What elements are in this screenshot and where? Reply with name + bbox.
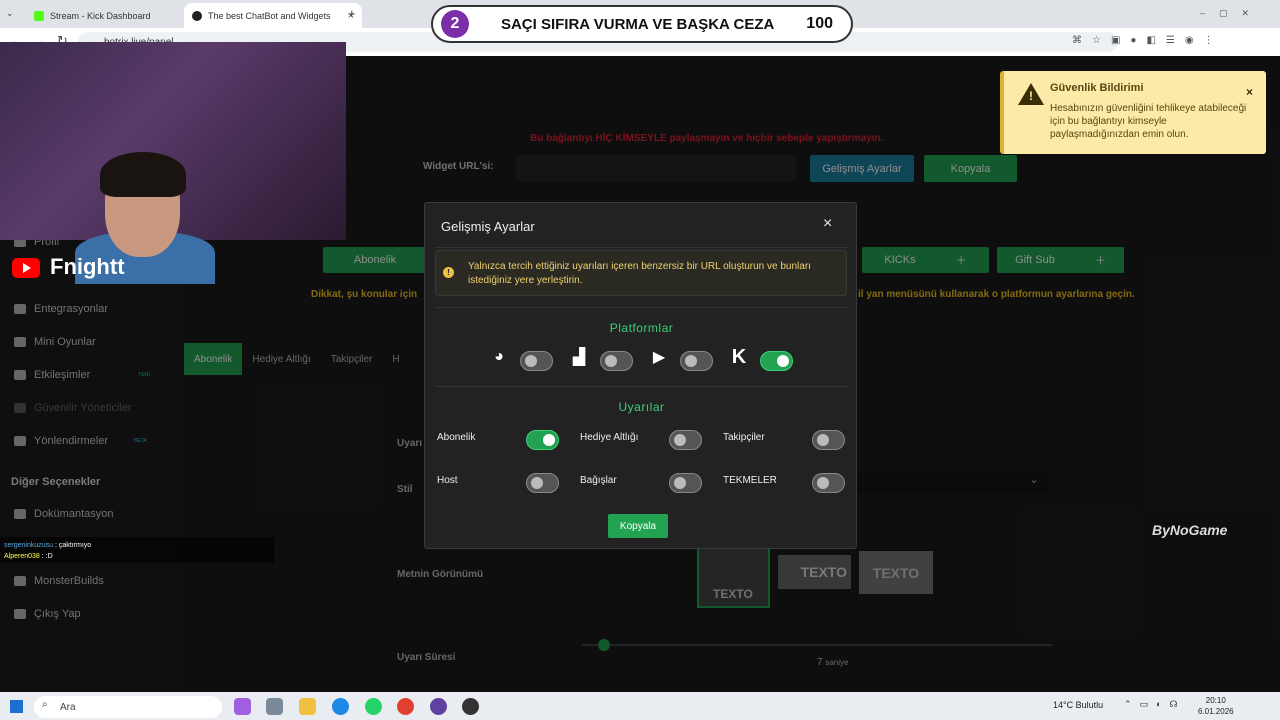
date: 6.01.2026: [1198, 707, 1234, 716]
modal-copy-button[interactable]: Kopyala: [608, 514, 668, 538]
youtube-logo-icon: [12, 258, 40, 278]
toggle-alert-hediye[interactable]: [669, 430, 702, 450]
toggle-platform-twitch[interactable]: [600, 351, 633, 371]
clock[interactable]: 20:10 6.01.2026: [1198, 695, 1234, 717]
toggle-alert-tekmeler[interactable]: [812, 473, 845, 493]
chat-message: : çaktırmıyo: [54, 542, 92, 549]
chat-line: sergeninkuzusu : çaktırmıyo: [4, 540, 270, 551]
platforms-title: Platformlar: [609, 321, 674, 335]
chat-line: Alperen038 : :D: [4, 551, 270, 562]
warning-icon: !: [1018, 83, 1044, 105]
time: 20:10: [1205, 696, 1226, 705]
close-icon[interactable]: ×: [823, 215, 832, 233]
kick-icon: K: [731, 345, 747, 368]
chat-overlay: sergeninkuzusu : çaktırmıyo Alperen038 :…: [0, 537, 274, 563]
weather-widget[interactable]: 14°C Bulutlu: [1053, 700, 1103, 710]
alert-label-host: Host: [437, 475, 458, 486]
youtube-icon: ▶: [652, 349, 666, 366]
security-notification: ! Güvenlik Bildirimi Hesabınızın güvenli…: [1000, 71, 1266, 154]
toggle-alert-abonelik[interactable]: [526, 430, 559, 450]
chat-username: sergeninkuzusu: [4, 542, 54, 549]
search-icon: ⌕: [42, 699, 48, 710]
edge-icon[interactable]: [332, 698, 349, 715]
new-tab-icon[interactable]: +: [348, 6, 356, 21]
toggle-platform-botrix[interactable]: [520, 351, 553, 371]
tab-list-icon[interactable]: ⌄: [6, 8, 14, 19]
stream-overlay-bar: 2 SAÇI SIFIRA VURMA VE BAŞKA CEZA 100: [431, 5, 853, 43]
tab-label: The best ChatBot and Widgets: [208, 10, 331, 21]
alert-label-abonelik: Abonelik: [437, 432, 476, 443]
taskbar-search[interactable]: Ara: [34, 696, 222, 718]
chrome-icon[interactable]: [397, 698, 414, 715]
windows-start-icon[interactable]: [10, 700, 23, 713]
webcam-overlay: [0, 42, 346, 284]
toggle-alert-bagislar[interactable]: [669, 473, 702, 493]
notification-body: Hesabınızın güvenliğini tehlikeye atabil…: [1050, 103, 1247, 140]
channel-name: Fnightt: [50, 254, 125, 279]
alert-label-hediye: Hediye Altlığı: [580, 432, 639, 443]
app-icon[interactable]: [462, 698, 479, 715]
kick-favicon-icon: [34, 10, 44, 21]
notification-title: Güvenlik Bildirimi: [1050, 82, 1144, 94]
obs-icon[interactable]: [430, 698, 447, 715]
chat-message: : :D: [41, 553, 53, 560]
chat-username: Alperen038: [4, 553, 40, 560]
webcam-hair: [100, 152, 186, 197]
divider: [435, 307, 848, 308]
toggle-alert-takipciler[interactable]: [812, 430, 845, 450]
browser-toolbar-icons[interactable]: ⌘☆▣●◧☰◉⋮: [1072, 35, 1224, 46]
close-icon[interactable]: ×: [1246, 85, 1253, 99]
tab-botrix[interactable]: The best ChatBot and Widgets ×: [184, 3, 362, 28]
alert-label-tekmeler: TEKMELER: [723, 475, 777, 486]
alerts-title: Uyarılar: [618, 400, 665, 414]
window-controls[interactable]: –▢✕: [1200, 8, 1263, 19]
search-label: Ara: [60, 701, 76, 713]
alert-label-takipciler: Takipçiler: [723, 432, 765, 443]
alert-label-bagislar: Bağışlar: [580, 475, 617, 486]
folder-icon[interactable]: [299, 698, 316, 715]
modal-info-box: Yalnızca tercih ettiğiniz uyarıları içer…: [435, 250, 847, 296]
toggle-platform-youtube[interactable]: [680, 351, 713, 371]
bynogame-watermark: ByNoGame: [1152, 522, 1228, 538]
tab-kick-dashboard[interactable]: Stream - Kick Dashboard ×: [26, 3, 204, 28]
advanced-settings-modal: Gelişmiş Ayarlar × Yalnızca tercih ettiğ…: [424, 202, 857, 549]
toggle-alert-host[interactable]: [526, 473, 559, 493]
modal-title: Gelişmiş Ayarlar: [441, 219, 535, 234]
twitch-icon: ▟: [572, 349, 586, 366]
whatsapp-icon[interactable]: [365, 698, 382, 715]
copilot-icon[interactable]: [234, 698, 251, 715]
divider: [435, 386, 848, 387]
divider: [435, 247, 848, 248]
toggle-platform-kick[interactable]: [760, 351, 793, 371]
tab-label: Stream - Kick Dashboard: [50, 10, 151, 21]
store-icon[interactable]: [266, 698, 283, 715]
tray-icons[interactable]: ⌃▭◐☊: [1124, 699, 1185, 710]
overlay-score: 100: [806, 15, 833, 32]
info-icon: !: [443, 267, 454, 278]
botrix-icon: ◕: [494, 348, 504, 365]
overlay-number: 2: [441, 10, 469, 38]
overlay-text: SAÇI SIFIRA VURMA VE BAŞKA CEZA: [500, 15, 775, 33]
botrix-favicon-icon: [192, 10, 202, 21]
